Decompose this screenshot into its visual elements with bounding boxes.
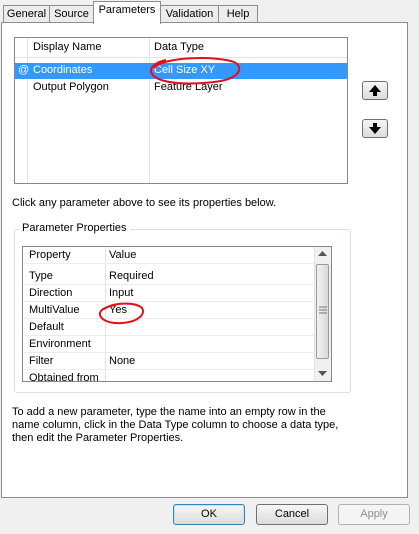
- properties-scrollbar[interactable]: [314, 247, 331, 381]
- column-header-value[interactable]: Value: [109, 249, 136, 261]
- annotation-circle-icon: [150, 57, 241, 85]
- property-name: Default: [29, 321, 64, 333]
- hint-text: Click any parameter above to see its pro…: [12, 197, 277, 209]
- tab-source[interactable]: Source: [49, 5, 94, 23]
- column-header-data-type[interactable]: Data Type: [154, 41, 204, 53]
- property-name: Environment: [29, 338, 91, 350]
- move-up-button[interactable]: [362, 81, 388, 100]
- property-row[interactable]: Default: [23, 319, 316, 336]
- ok-button[interactable]: OK: [173, 504, 245, 525]
- property-name: Type: [29, 270, 53, 282]
- annotation-circle-icon: [98, 302, 144, 325]
- instructions-line: name column, click in the Data Type colu…: [12, 419, 339, 431]
- scroll-down-icon[interactable]: [318, 371, 327, 377]
- column-header-display-name[interactable]: Display Name: [33, 41, 101, 53]
- column-header-property[interactable]: Property: [29, 249, 71, 261]
- parameter-name[interactable]: Output Polygon: [33, 81, 109, 93]
- tab-parameters[interactable]: Parameters: [93, 1, 161, 24]
- property-row[interactable]: Direction Input: [23, 285, 316, 302]
- move-down-button[interactable]: [362, 119, 388, 138]
- instructions-text: To add a new parameter, type the name in…: [12, 406, 338, 445]
- properties-grid[interactable]: Property Value Type Required Direction I…: [22, 246, 332, 382]
- apply-button[interactable]: Apply: [338, 504, 410, 525]
- tab-general[interactable]: General: [3, 5, 50, 23]
- tab-help[interactable]: Help: [218, 5, 258, 23]
- property-value[interactable]: None: [109, 355, 135, 367]
- scroll-up-icon[interactable]: [318, 251, 327, 257]
- property-value[interactable]: Input: [109, 287, 133, 299]
- property-row[interactable]: Type Required: [23, 268, 316, 285]
- property-row[interactable]: Environment: [23, 336, 316, 353]
- scroll-grip-icon: [319, 306, 327, 314]
- instructions-line: To add a new parameter, type the name in…: [12, 406, 326, 418]
- property-row[interactable]: Filter None: [23, 353, 316, 370]
- arrow-up-icon: [369, 85, 381, 96]
- property-name: Direction: [29, 287, 73, 299]
- property-name: MultiValue: [29, 304, 80, 316]
- cancel-button[interactable]: Cancel: [256, 504, 328, 525]
- property-value[interactable]: Required: [109, 270, 154, 282]
- row-marker: @: [18, 64, 30, 76]
- instructions-line: then edit the Parameter Properties.: [12, 432, 184, 444]
- parameter-name[interactable]: Coordinates: [33, 64, 92, 76]
- property-row[interactable]: Obtained from: [23, 370, 316, 382]
- property-row[interactable]: MultiValue Yes: [23, 302, 316, 319]
- tab-validation[interactable]: Validation: [160, 5, 219, 23]
- scroll-thumb[interactable]: [316, 264, 329, 359]
- property-name: Obtained from: [29, 372, 99, 382]
- property-name: Filter: [29, 355, 54, 367]
- properties-header: Property Value: [23, 247, 316, 264]
- arrow-down-icon: [369, 123, 381, 134]
- group-title: Parameter Properties: [19, 222, 130, 234]
